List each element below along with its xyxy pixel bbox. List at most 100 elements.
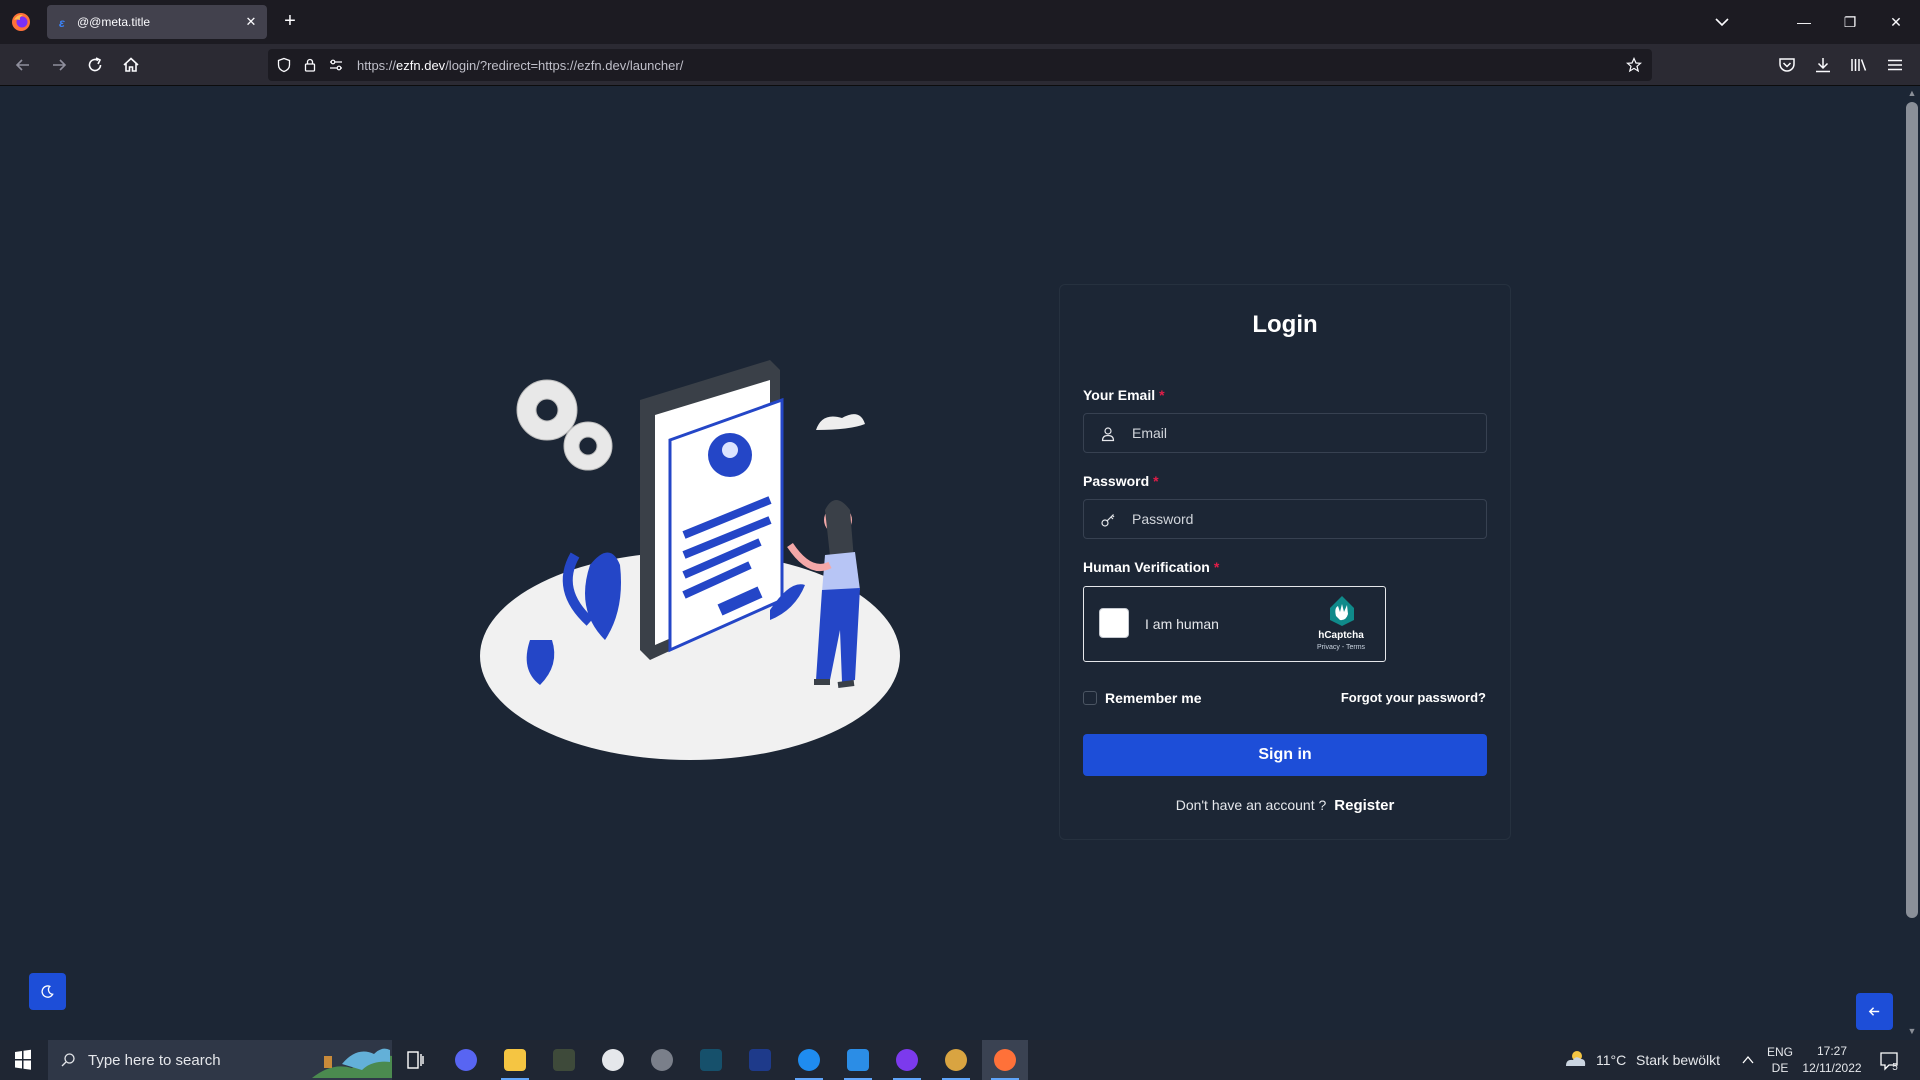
scroll-down-arrow-icon[interactable]: ▼ [1907, 1026, 1917, 1036]
page-content [0, 86, 1902, 1040]
restore-button[interactable]: ❐ [1838, 10, 1862, 34]
new-tab-button[interactable]: + [280, 11, 300, 31]
pocket-icon[interactable] [1776, 54, 1798, 76]
windows-icon[interactable] [0, 1040, 46, 1080]
clock-time[interactable]: 17:27 [1800, 1044, 1864, 1058]
back-button[interactable] [1856, 993, 1893, 1030]
url-scheme: https:// [357, 58, 397, 73]
navigation-toolbar: https://ezfn.dev/login/?redirect=https:/… [0, 44, 1920, 86]
theme-toggle-button[interactable] [29, 973, 66, 1010]
login-title: Login [1252, 311, 1318, 338]
email-placeholder: Email [1132, 425, 1168, 441]
chevron-up-icon[interactable] [1740, 1040, 1756, 1080]
tab-strip: ɛ @@meta.title ✕ + — ❐ ✕ [0, 0, 1920, 44]
launcher-icon [700, 1049, 722, 1071]
forgot-password-link[interactable]: Forgot your password? [1341, 690, 1486, 705]
search-highlight-icon [312, 1048, 392, 1078]
taskbar-app-ezfn[interactable] [737, 1040, 783, 1080]
menu-icon[interactable] [1884, 54, 1906, 76]
library-icon[interactable] [1848, 54, 1870, 76]
forward-icon[interactable] [48, 54, 70, 76]
task-view-icon[interactable] [392, 1040, 438, 1080]
home-icon[interactable] [120, 54, 142, 76]
url-bar[interactable]: https://ezfn.dev/login/?redirect=https:/… [268, 49, 1652, 81]
tab-active[interactable]: ɛ @@meta.title ✕ [47, 5, 267, 39]
ezfn-icon [749, 1049, 771, 1071]
firefox-icon[interactable] [11, 12, 31, 32]
hcaptcha-links[interactable]: Privacy - Terms [1306, 644, 1376, 651]
tab-close-icon[interactable]: ✕ [243, 14, 259, 30]
taskbar-app-discord[interactable] [443, 1040, 489, 1080]
scroll-up-arrow-icon[interactable]: ▲ [1907, 88, 1917, 98]
tab-favicon-icon: ɛ [59, 16, 65, 30]
weather-icon[interactable] [1562, 1040, 1588, 1080]
keyboard-layout[interactable]: DE [1767, 1061, 1793, 1075]
shield-icon[interactable] [276, 57, 292, 73]
close-window-button[interactable]: ✕ [1884, 10, 1908, 34]
minimize-button[interactable]: — [1792, 10, 1816, 34]
login-illustration [480, 360, 900, 760]
verification-label: Human Verification * [1083, 559, 1219, 575]
vscode-icon [847, 1049, 869, 1071]
back-icon[interactable] [12, 54, 34, 76]
password-placeholder: Password [1132, 511, 1194, 527]
folder-icon [504, 1049, 526, 1071]
hcaptcha-widget: I am human hCaptcha Privacy - Terms [1083, 586, 1386, 662]
email-label: Your Email * [1083, 387, 1165, 403]
sign-in-button[interactable]: Sign in [1083, 734, 1487, 776]
weather-temperature[interactable]: 11°C [1596, 1052, 1626, 1068]
register-row: Don't have an account ? Register [1060, 797, 1510, 814]
notification-count: 5 [1892, 1062, 1898, 1073]
paint-icon [945, 1049, 967, 1071]
taskbar-app-file-explorer[interactable] [492, 1040, 538, 1080]
search-icon [61, 1053, 75, 1067]
tab-title: @@meta.title [77, 15, 151, 29]
language-code[interactable]: ENG [1767, 1045, 1793, 1059]
taskbar-app-paint[interactable] [933, 1040, 979, 1080]
taskbar-app-game[interactable] [541, 1040, 587, 1080]
game-icon [553, 1049, 575, 1071]
moon-icon [41, 985, 54, 998]
taskbar-app-tool[interactable] [639, 1040, 685, 1080]
hcaptcha-checkbox[interactable] [1099, 608, 1129, 638]
scrollbar-thumb[interactable] [1906, 102, 1918, 918]
password-label: Password * [1083, 473, 1159, 489]
taskbar-app-firefox[interactable] [982, 1040, 1028, 1080]
register-link[interactable]: Register [1334, 797, 1394, 814]
taskbar-app-obs[interactable] [590, 1040, 636, 1080]
clock-date[interactable]: 12/11/2022 [1800, 1061, 1864, 1075]
download-icon[interactable] [1812, 54, 1834, 76]
remember-me-checkbox[interactable] [1083, 691, 1097, 705]
taskbar-app-vscode[interactable] [835, 1040, 881, 1080]
verification-label-text: Human Verification [1083, 559, 1210, 575]
hcaptcha-label: I am human [1145, 616, 1219, 632]
email-label-text: Your Email [1083, 387, 1156, 403]
search-placeholder: Type here to search [88, 1052, 221, 1069]
password-label-text: Password [1083, 473, 1150, 489]
password-field[interactable]: Password [1083, 499, 1487, 539]
taskbar-app-github[interactable] [884, 1040, 930, 1080]
url-domain: ezfn.dev [396, 58, 446, 73]
email-field[interactable]: Email [1083, 413, 1487, 453]
taskbar-app-firefox-dev[interactable] [786, 1040, 832, 1080]
login-card: Login Your Email * Email Password * Passwo… [1059, 284, 1511, 840]
user-icon [1101, 427, 1115, 442]
hcaptcha-icon [1330, 596, 1354, 626]
weather-description[interactable]: Stark bewölkt [1636, 1052, 1720, 1068]
remember-me-label[interactable]: Remember me [1105, 690, 1202, 706]
reload-icon[interactable] [84, 54, 106, 76]
list-all-tabs-icon[interactable] [1712, 12, 1732, 32]
taskbar-app-launcher[interactable] [688, 1040, 734, 1080]
obs-icon [602, 1049, 624, 1071]
firefox-icon [994, 1049, 1016, 1071]
hcaptcha-brand: hCaptcha [1318, 630, 1364, 641]
url-path: /login/?redirect=https://ezfn.dev/launch… [445, 58, 684, 73]
arrow-left-icon [1868, 1007, 1880, 1016]
lock-icon[interactable] [302, 57, 318, 73]
page-scrollbar[interactable]: ▲ ▼ [1902, 86, 1920, 1040]
bookmark-star-icon[interactable] [1626, 57, 1642, 73]
permissions-icon[interactable] [328, 57, 344, 73]
github-icon [896, 1049, 918, 1071]
taskbar-search[interactable]: Type here to search [48, 1040, 392, 1080]
url-text[interactable]: https://ezfn.dev/login/?redirect=https:/… [357, 58, 683, 73]
